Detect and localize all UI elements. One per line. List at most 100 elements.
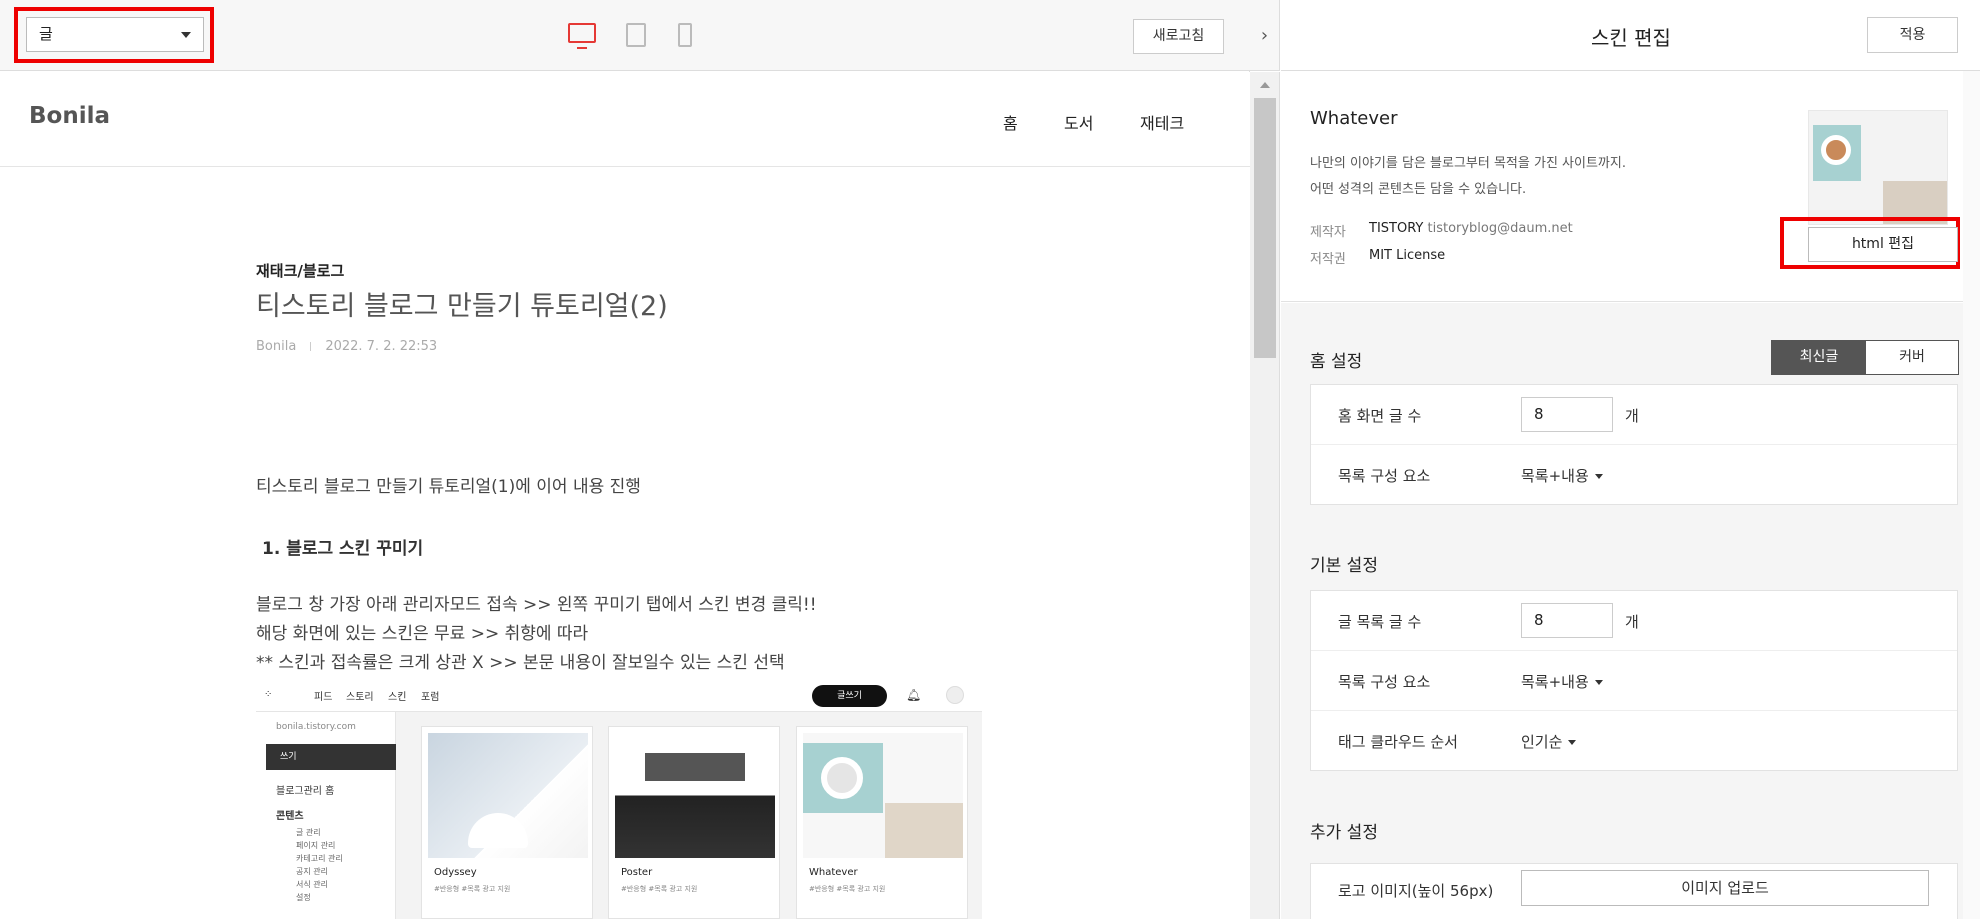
shot-sub-item: 서식 관리: [296, 880, 328, 889]
shot-sub-item: 공지 관리: [296, 867, 328, 876]
setting-row: 홈 화면 글 수 8 개: [1311, 385, 1957, 445]
skin-card-tags: #반응형 #목록 광고 지원: [809, 885, 886, 893]
row-label: 태그 클라우드 순서: [1338, 733, 1458, 751]
preview-pane: 글 새로고침 Bonila 홈 도서 재테크 재태크/블로그 티스토리 블로그 …: [0, 0, 1250, 919]
desktop-icon[interactable]: [568, 23, 596, 49]
skin-thumbnail: [1808, 110, 1948, 225]
skin-editor-app: 글 새로고침 Bonila 홈 도서 재테크 재태크/블로그 티스토리 블로그 …: [0, 0, 1980, 919]
skin-name: Whatever: [1310, 108, 1398, 129]
maker-email: tistoryblog@daum.net: [1427, 221, 1573, 236]
post-date: 2022. 7. 2. 22:53: [325, 339, 438, 354]
preview-toolbar: 글 새로고침: [0, 0, 1250, 71]
shot-nav: 피드: [314, 692, 333, 703]
dropdown-value: 목록+내용: [1521, 467, 1589, 485]
scroll-thumb[interactable]: [1254, 98, 1276, 358]
blog-logo[interactable]: Bonila: [29, 103, 110, 129]
nav-finance[interactable]: 재테크: [1140, 110, 1184, 134]
basic-settings-title: 기본 설정: [1310, 556, 1378, 576]
post-category[interactable]: 재태크/블로그: [256, 260, 344, 281]
shot-sub-item: 카테고리 관리: [296, 854, 343, 863]
post-screenshot: ⁘ 피드 스토리 스킨 포럼 글쓰기 🔔︎ bonila.tistory.com…: [256, 678, 982, 919]
toggle-latest[interactable]: 최신글: [1772, 341, 1866, 374]
panel-scrollbar[interactable]: [1963, 71, 1980, 919]
logo-image-label: 로고 이미지(높이 56px): [1338, 882, 1494, 900]
skin-card-image: [615, 733, 775, 858]
scroll-up-icon[interactable]: [1260, 82, 1270, 88]
unit-label: 개: [1625, 613, 1639, 631]
nav-books[interactable]: 도서: [1064, 110, 1093, 134]
skin-card-name: Odyssey: [434, 867, 477, 878]
caret-down-icon: [181, 32, 191, 38]
nav-home[interactable]: 홈: [1003, 110, 1018, 134]
shot-url: bonila.tistory.com: [276, 722, 356, 732]
basic-settings-box: 글 목록 글 수 8 개 목록 구성 요소 목록+내용 태그 클라우드 순서 인…: [1310, 590, 1958, 771]
shot-write-button: 글쓰기: [812, 685, 887, 707]
setting-row: 목록 구성 요소 목록+내용: [1311, 445, 1957, 505]
toggle-cover[interactable]: 커버: [1866, 341, 1958, 374]
caret-down-icon: [1594, 680, 1603, 685]
skin-card-tags: #반응형 #목록 광고 지원: [621, 885, 698, 893]
post-meta: Bonila 2022. 7. 2. 22:53: [256, 339, 437, 354]
skin-card-name: Poster: [621, 867, 653, 878]
maker-label: 제작자: [1310, 225, 1346, 240]
skin-edit-panel: 스킨 편집 적용 Whatever 나만의 이야기를 담은 블로그부터 목적을 …: [1281, 0, 1980, 919]
maker-value: TISTORY tistoryblog@daum.net: [1369, 221, 1573, 236]
unit-label: 개: [1625, 407, 1639, 425]
dropdown-value: 인기순: [1521, 733, 1563, 751]
shot-sidebar: bonila.tistory.com 쓰기 블로그관리 홈 콘텐츠 글 관리 페…: [256, 712, 396, 919]
html-edit-button[interactable]: html 편집: [1808, 227, 1958, 262]
shot-nav: 스토리: [346, 692, 374, 703]
list-element-dropdown[interactable]: 목록+내용: [1521, 671, 1603, 692]
post-author: Bonila: [256, 339, 297, 354]
license-label: 저작권: [1310, 252, 1346, 267]
settings-area: 홈 설정 최신글 커버 홈 화면 글 수 8 개 목록 구성 요소 목록+내용 …: [1281, 303, 1963, 919]
row-label: 홈 화면 글 수: [1338, 407, 1422, 425]
skin-card-tags: #반응형 #목록 광고 지원: [434, 885, 511, 893]
post-intro: 티스토리 블로그 만들기 튜토리얼(1)에 이어 내용 진행: [256, 477, 641, 497]
preview-scrollbar[interactable]: [1250, 72, 1280, 919]
panel-title: 스킨 편집: [1591, 26, 1671, 50]
refresh-button[interactable]: 새로고침: [1133, 19, 1224, 54]
blog-header: Bonila 홈 도서 재테크: [0, 72, 1250, 167]
row-label: 목록 구성 요소: [1338, 673, 1431, 691]
home-settings-box: 홈 화면 글 수 8 개 목록 구성 요소 목록+내용: [1310, 384, 1958, 505]
shot-sub-item: 페이지 관리: [296, 841, 336, 850]
list-element-dropdown[interactable]: 목록+내용: [1521, 465, 1603, 486]
skin-card: Poster #반응형 #목록 광고 지원: [608, 726, 780, 919]
home-settings-title: 홈 설정: [1310, 352, 1363, 372]
shot-side-write: 쓰기: [266, 744, 396, 770]
view-select[interactable]: 글: [26, 17, 204, 52]
skin-card-image: [803, 733, 963, 858]
post-title: 티스토리 블로그 만들기 튜토리얼(2): [256, 291, 668, 322]
post-line: 해당 화면에 있는 스킨은 무료 >> 취향에 따라: [256, 624, 589, 644]
shot-topbar: ⁘ 피드 스토리 스킨 포럼 글쓰기 🔔︎: [256, 678, 982, 712]
home-post-count-input[interactable]: 8: [1521, 397, 1613, 432]
bell-icon: 🔔︎: [906, 688, 922, 702]
row-label: 글 목록 글 수: [1338, 613, 1422, 631]
image-upload-button[interactable]: 이미지 업로드: [1521, 870, 1929, 906]
blog-preview: Bonila 홈 도서 재테크 재태크/블로그 티스토리 블로그 만들기 튜토리…: [0, 72, 1250, 919]
shot-content: 콘텐츠: [276, 811, 304, 822]
extra-settings-box: 로고 이미지(높이 56px) 이미지 업로드: [1310, 863, 1958, 919]
skin-description: 어떤 성격의 콘텐츠든 담을 수 있습니다.: [1310, 182, 1527, 197]
tablet-icon[interactable]: [626, 23, 646, 47]
chevron-right-icon[interactable]: ›: [1250, 0, 1280, 71]
shot-nav: 포럼: [421, 692, 440, 703]
mobile-icon[interactable]: [678, 23, 692, 47]
row-label: 목록 구성 요소: [1338, 467, 1431, 485]
setting-row: 태그 클라우드 순서 인기순: [1311, 711, 1957, 771]
caret-down-icon: [1568, 740, 1577, 745]
list-post-count-input[interactable]: 8: [1521, 603, 1613, 638]
tag-cloud-order-dropdown[interactable]: 인기순: [1521, 731, 1577, 752]
shot-nav: 스킨: [388, 692, 407, 703]
panel-header: 스킨 편집 적용: [1281, 0, 1980, 71]
post-line: 블로그 창 가장 아래 관리자모드 접속 >> 왼쪽 꾸미기 탭에서 스킨 변경…: [256, 595, 817, 615]
dropdown-value: 목록+내용: [1521, 673, 1589, 691]
shot-sub-item: 설정: [296, 893, 311, 902]
skin-card-image: [428, 733, 588, 858]
avatar: [946, 686, 964, 704]
setting-row: 목록 구성 요소 목록+내용: [1311, 651, 1957, 711]
section-heading: 1. 블로그 스킨 꾸미기: [262, 539, 424, 559]
apply-button[interactable]: 적용: [1867, 17, 1958, 53]
caret-down-icon: [1594, 474, 1603, 479]
